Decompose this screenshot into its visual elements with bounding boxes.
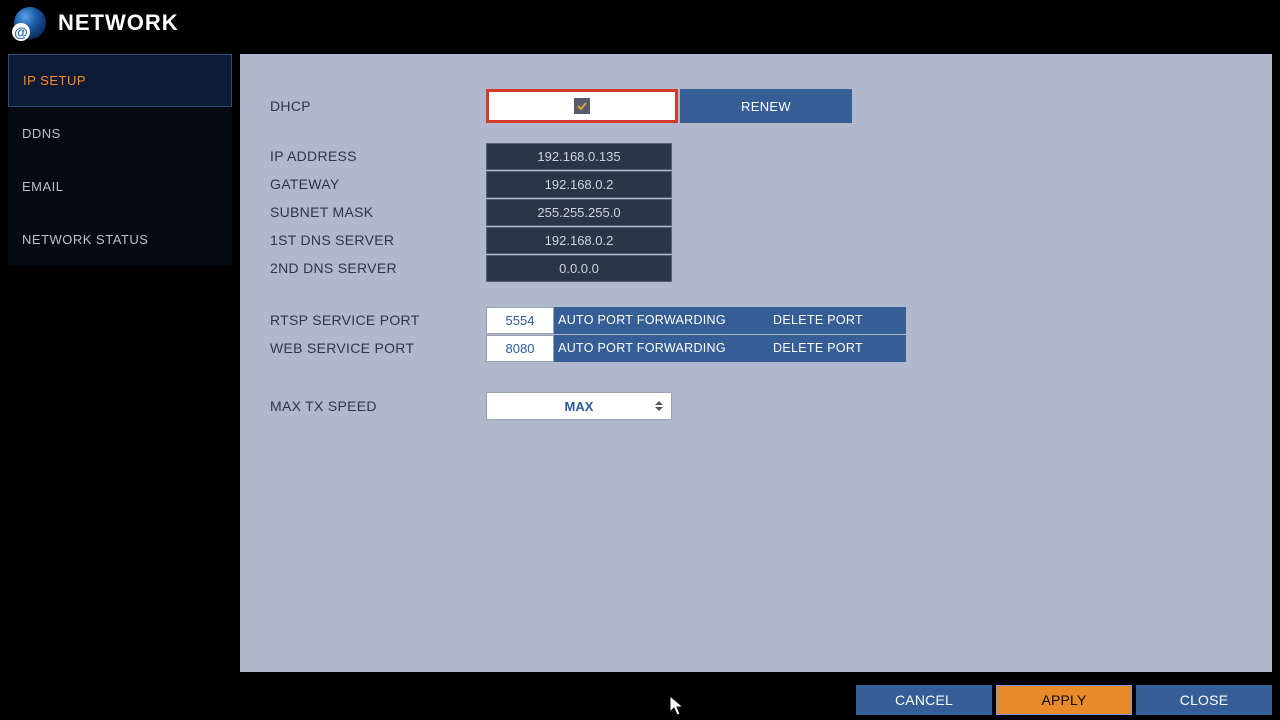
subnet-mask-field: 255.255.255.0 bbox=[486, 199, 672, 226]
footer: CANCEL APPLY CLOSE bbox=[0, 680, 1280, 720]
header: @ NETWORK bbox=[0, 0, 1280, 46]
max-tx-speed-value: MAX bbox=[565, 399, 594, 414]
renew-button[interactable]: RENEW bbox=[680, 89, 852, 123]
apply-button[interactable]: APPLY bbox=[996, 685, 1132, 715]
sidebar-item-ip-setup[interactable]: IP SETUP bbox=[8, 54, 232, 107]
gateway-field: 192.168.0.2 bbox=[486, 171, 672, 198]
label-ip-address: IP ADDRESS bbox=[270, 148, 486, 164]
sidebar-item-label: DDNS bbox=[22, 126, 61, 141]
check-icon bbox=[576, 100, 588, 112]
label-subnet-mask: SUBNET MASK bbox=[270, 204, 486, 220]
label-max-tx: MAX TX SPEED bbox=[270, 398, 486, 414]
close-button[interactable]: CLOSE bbox=[1136, 685, 1272, 715]
page-title: NETWORK bbox=[58, 10, 179, 36]
label-gateway: GATEWAY bbox=[270, 176, 486, 192]
sidebar-item-network-status[interactable]: NETWORK STATUS bbox=[8, 213, 232, 266]
dhcp-checkbox[interactable] bbox=[574, 98, 590, 114]
web-port-input[interactable]: 8080 bbox=[486, 335, 554, 362]
sidebar-item-label: NETWORK STATUS bbox=[22, 232, 148, 247]
rtsp-auto-port-forwarding-button[interactable]: AUTO PORT FORWARDING bbox=[554, 307, 730, 334]
cancel-button[interactable]: CANCEL bbox=[856, 685, 992, 715]
dhcp-checkbox-highlight bbox=[486, 89, 678, 123]
network-globe-icon: @ bbox=[14, 7, 46, 39]
dns1-field: 192.168.0.2 bbox=[486, 227, 672, 254]
sidebar-item-email[interactable]: EMAIL bbox=[8, 160, 232, 213]
sidebar-item-label: IP SETUP bbox=[23, 73, 86, 88]
chevron-updown-icon bbox=[655, 401, 663, 411]
max-tx-speed-select[interactable]: MAX bbox=[486, 392, 672, 420]
rtsp-port-input[interactable]: 5554 bbox=[486, 307, 554, 334]
label-web-port: WEB SERVICE PORT bbox=[270, 340, 486, 356]
sidebar-item-ddns[interactable]: DDNS bbox=[8, 107, 232, 160]
label-dns1: 1ST DNS SERVER bbox=[270, 232, 486, 248]
ip-address-field: 192.168.0.135 bbox=[486, 143, 672, 170]
web-delete-port-button[interactable]: DELETE PORT bbox=[730, 335, 906, 362]
sidebar-item-label: EMAIL bbox=[22, 179, 64, 194]
web-auto-port-forwarding-button[interactable]: AUTO PORT FORWARDING bbox=[554, 335, 730, 362]
dns2-field: 0.0.0.0 bbox=[486, 255, 672, 282]
main-panel: DHCP RENEW IP ADDRESS 192.168.0.135 bbox=[240, 54, 1272, 672]
sidebar: IP SETUP DDNS EMAIL NETWORK STATUS bbox=[8, 54, 232, 672]
label-dns2: 2ND DNS SERVER bbox=[270, 260, 486, 276]
label-rtsp-port: RTSP SERVICE PORT bbox=[270, 312, 486, 328]
rtsp-delete-port-button[interactable]: DELETE PORT bbox=[730, 307, 906, 334]
label-dhcp: DHCP bbox=[270, 98, 486, 114]
cursor-icon bbox=[668, 694, 686, 718]
